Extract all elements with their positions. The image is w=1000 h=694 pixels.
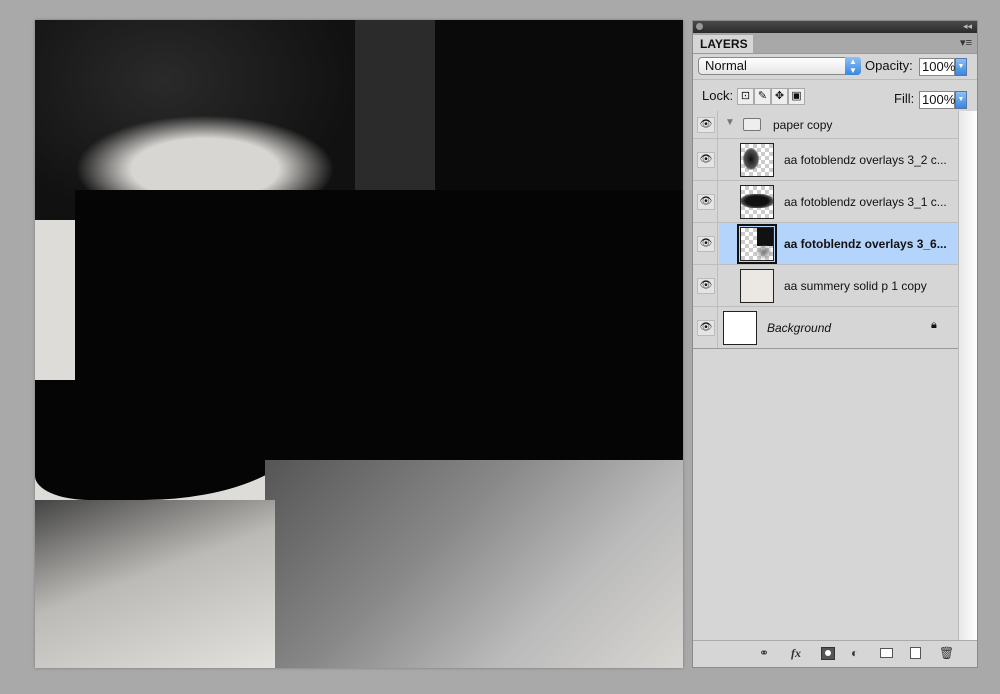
layers-panel: ◂◂ LAYERS ▾≡ Normal ▲ ▼ Opacity: 100% ▼ Lo… (692, 20, 978, 668)
fill-label: Fill: (894, 91, 915, 106)
adjustment-icon[interactable]: ◐ (851, 646, 858, 660)
lock-icon: 🔒︎ (931, 319, 937, 331)
layers-scrollbar[interactable] (958, 111, 977, 643)
eye-icon[interactable]: 👁 (697, 278, 715, 294)
layer-row-selected[interactable]: 👁 aa fotoblendz overlays 3_6... (693, 223, 959, 265)
close-icon[interactable] (696, 23, 703, 30)
eye-icon[interactable]: 👁 (697, 194, 715, 210)
fill-input[interactable]: 100% (919, 91, 955, 109)
opacity-input[interactable]: 100% (919, 58, 955, 76)
canvas-texture (355, 20, 435, 200)
layer-name: aa fotoblendz overlays 3_2 c... (784, 153, 947, 167)
layer-thumbnail (740, 185, 774, 219)
blend-mode-value: Normal (705, 58, 747, 73)
eye-icon[interactable]: 👁 (697, 117, 715, 133)
trash-icon[interactable]: 🗑︎ (939, 646, 954, 660)
layer-row[interactable]: 👁 aa fotoblendz overlays 3_1 c... (693, 181, 959, 223)
lock-position-icon[interactable]: ✥ (771, 88, 788, 105)
layer-name: aa fotoblendz overlays 3_1 c... (784, 195, 947, 209)
eye-icon[interactable]: 👁 (697, 152, 715, 168)
lock-paint-icon[interactable]: ✎ (754, 88, 771, 105)
panel-titlebar: ◂◂ (693, 21, 977, 33)
opacity-label: Opacity: (865, 58, 913, 73)
eye-icon[interactable]: 👁 (697, 236, 715, 252)
opacity-dropdown-button[interactable]: ▼ (955, 58, 967, 76)
layer-group-paper-copy[interactable]: 👁 ▼ paper copy (693, 111, 959, 139)
layers-list: 👁 ▼ paper copy 👁 aa fotoblendz overlays … (693, 111, 959, 643)
layer-thumbnail (723, 311, 757, 345)
canvas-texture (265, 460, 683, 668)
lock-transparency-icon[interactable]: ⊡ (737, 88, 754, 105)
layer-row[interactable]: 👁 aa fotoblendz overlays 3_2 c... (693, 139, 959, 181)
lock-all-icon[interactable]: ▣ (788, 88, 805, 105)
folder-icon (743, 118, 761, 131)
fx-icon[interactable]: fx (791, 646, 801, 661)
layer-row[interactable]: 👁 aa summery solid p 1 copy (693, 265, 959, 307)
mask-icon[interactable] (821, 647, 835, 660)
layer-thumbnail (737, 224, 777, 264)
document-canvas[interactable] (35, 20, 683, 668)
panel-menu-icon[interactable]: ▾≡ (960, 36, 972, 49)
eye-icon[interactable]: 👁 (697, 320, 715, 336)
layer-row-background[interactable]: 👁 Background 🔒︎ (693, 307, 959, 349)
layer-name: aa summery solid p 1 copy (784, 279, 927, 293)
layer-thumbnail (740, 143, 774, 177)
layer-thumbnail (740, 269, 774, 303)
updown-icon: ▲ ▼ (845, 57, 861, 75)
disclosure-triangle-icon[interactable]: ▼ (725, 117, 735, 128)
layers-toolbar: ⚭ fx ◐ 🗑︎ (693, 640, 977, 667)
new-layer-icon[interactable] (910, 647, 921, 659)
layer-name: Background (767, 321, 832, 335)
blend-mode-select[interactable]: Normal ▲ ▼ (698, 57, 861, 75)
tab-layers[interactable]: LAYERS (693, 35, 753, 53)
layer-name: paper copy (773, 118, 833, 132)
collapse-icon[interactable]: ◂◂ (963, 21, 972, 32)
fill-dropdown-button[interactable]: ▼ (955, 91, 967, 109)
link-icon[interactable]: ⚭ (759, 646, 769, 660)
layer-name: aa fotoblendz overlays 3_6... (784, 237, 947, 251)
canvas-texture (35, 500, 275, 668)
lock-label: Lock: (702, 88, 734, 103)
folder-icon[interactable] (880, 648, 893, 658)
